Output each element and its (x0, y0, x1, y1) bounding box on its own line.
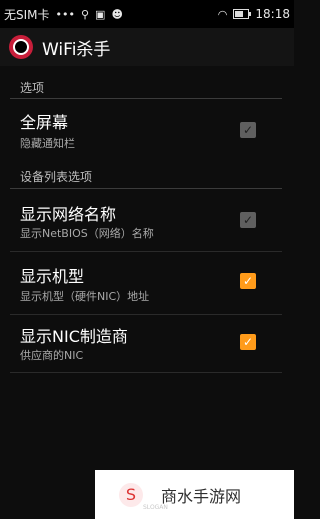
status-right: ◠ 18:18 (218, 7, 290, 21)
usb-icon: ⚲ (80, 7, 90, 21)
watermark: S 商水手游网 SLOGAN (95, 470, 294, 519)
item-subtitle-model: 显示机型（硬件NIC）地址 (20, 290, 150, 303)
checkbox-nic-vendor[interactable]: ✓ (240, 334, 256, 350)
battery-icon (233, 9, 252, 19)
section-divider (10, 98, 282, 99)
image-icon: ▣ (95, 7, 106, 21)
item-title-network-name[interactable]: 显示网络名称 (20, 201, 116, 225)
watermark-text: 商水手游网 (161, 486, 242, 506)
watermark-small-text: SLOGAN (143, 504, 168, 511)
dots-icon: ••• (55, 7, 75, 21)
row-divider (10, 314, 282, 315)
app-bar: WiFi杀手 (0, 28, 294, 66)
carrier-text: 无SIM卡 (4, 7, 50, 22)
checkbox-fullscreen[interactable]: ✓ (240, 122, 256, 138)
checkbox-network-name[interactable]: ✓ (240, 212, 256, 228)
watermark-logo-icon: S (119, 482, 143, 507)
android-icon: ☻ (111, 7, 123, 21)
item-title-model[interactable]: 显示机型 (20, 263, 84, 287)
app-logo-icon[interactable] (9, 35, 33, 59)
section-divider (10, 188, 282, 189)
section-header-device-list: 设备列表选项 (20, 170, 93, 184)
item-title-fullscreen[interactable]: 全屏幕 (20, 109, 68, 133)
row-divider (10, 372, 282, 373)
checkbox-model[interactable]: ✓ (240, 273, 256, 289)
clock: 18:18 (255, 7, 290, 21)
item-subtitle-network-name: 显示NetBIOS（网络）名称 (20, 227, 154, 240)
item-subtitle-fullscreen: 隐藏通知栏 (20, 137, 75, 150)
item-title-nic-vendor[interactable]: 显示NIC制造商 (20, 323, 128, 347)
wifi-icon: ◠ (217, 7, 228, 21)
item-subtitle-nic-vendor: 供应商的NIC (20, 349, 84, 362)
status-bar: 无SIM卡 ••• ⚲ ▣ ☻ ◠ 18:18 (0, 0, 294, 28)
row-divider (10, 251, 282, 252)
app-title: WiFi杀手 (42, 39, 111, 60)
status-left: 无SIM卡 ••• ⚲ ▣ ☻ (4, 6, 123, 23)
section-header-options: 选项 (20, 81, 45, 95)
